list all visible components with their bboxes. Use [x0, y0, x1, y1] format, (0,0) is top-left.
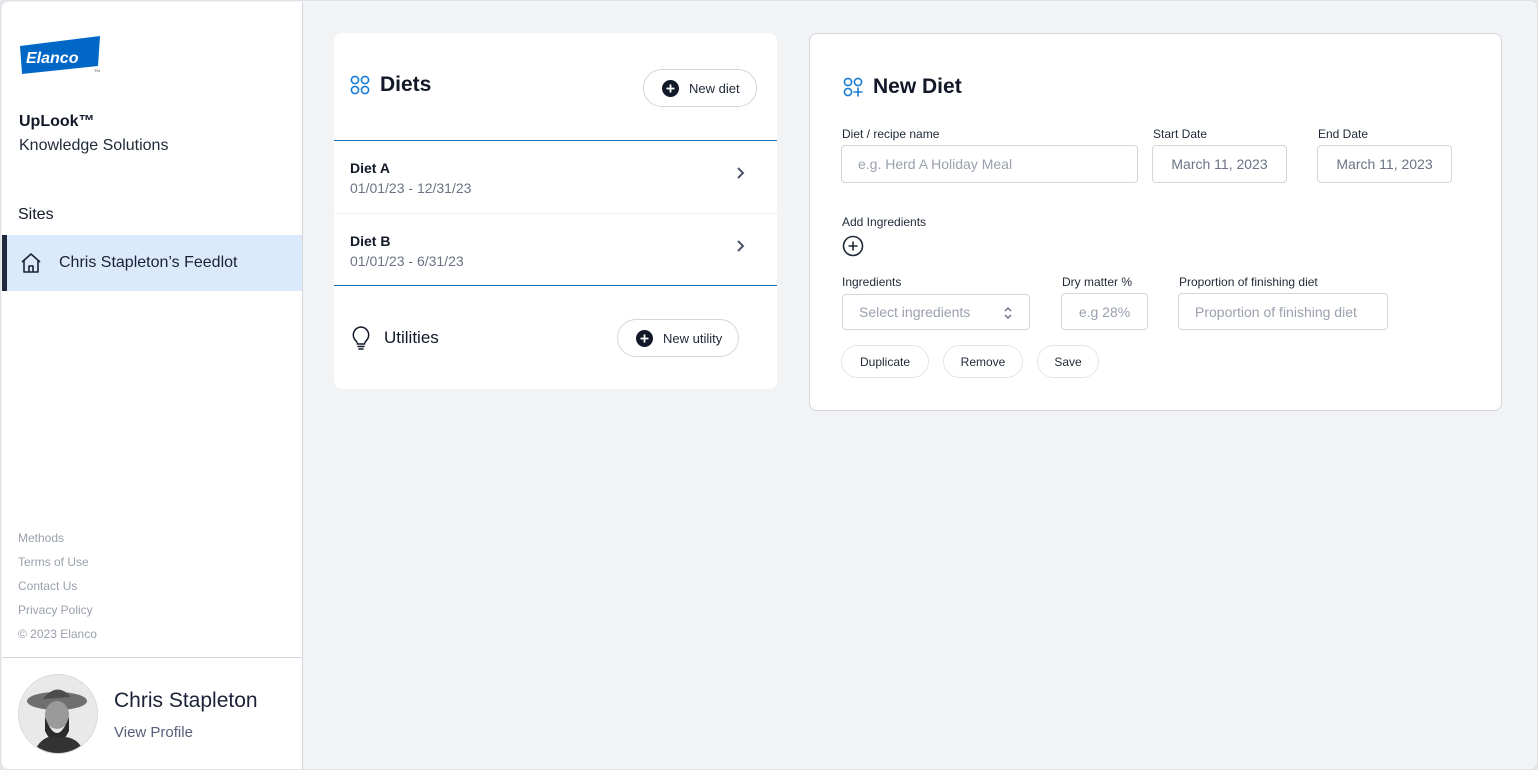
home-icon [21, 253, 41, 273]
new-diet-header: New Diet [843, 75, 962, 99]
new-diet-button[interactable]: New diet [643, 69, 757, 107]
start-date-input[interactable]: March 11, 2023 [1152, 145, 1287, 183]
diet-list-item[interactable]: Diet A 01/01/23 - 12/31/23 [334, 141, 777, 213]
footer-link-privacy[interactable]: Privacy Policy [18, 602, 97, 626]
footer-link-terms[interactable]: Terms of Use [18, 554, 97, 578]
footer-links: Methods Terms of Use Contact Us Privacy … [18, 530, 97, 650]
remove-button[interactable]: Remove [943, 345, 1023, 378]
elanco-logo[interactable]: Elanco TM [18, 34, 102, 76]
diet-name-label: Diet / recipe name [842, 127, 940, 141]
new-diet-title: New Diet [873, 75, 962, 98]
avatar-portrait-icon [19, 675, 97, 753]
diet-list-item[interactable]: Diet B 01/01/23 - 6/31/23 [334, 213, 777, 285]
diet-list: Diet A 01/01/23 - 12/31/23 Diet B 01/01/… [334, 140, 777, 286]
grid-four-circles-icon [350, 75, 370, 95]
plus-circle-filled-icon [636, 329, 653, 347]
product-subtitle: Knowledge Solutions [19, 137, 169, 154]
diet-date-range: 01/01/23 - 6/31/23 [350, 253, 464, 269]
ingredients-select-placeholder: Select ingredients [859, 304, 971, 320]
sites-heading: Sites [18, 206, 54, 223]
profile-section: Chris Stapleton View Profile [2, 657, 302, 769]
footer-link-contact[interactable]: Contact Us [18, 578, 97, 602]
footer-link-methods[interactable]: Methods [18, 530, 97, 554]
grid-add-icon [843, 77, 863, 97]
ingredients-select[interactable]: Select ingredients [842, 294, 1030, 330]
sidebar: Elanco TM UpLook™ Knowledge Solutions Si… [2, 2, 303, 769]
chevron-right-icon [737, 167, 745, 179]
logo-text: Elanco [26, 50, 79, 67]
add-ingredient-plus-icon[interactable] [842, 235, 864, 257]
diets-header: Diets [350, 73, 431, 97]
new-utility-label: New utility [663, 330, 723, 346]
avatar[interactable] [18, 674, 98, 754]
lightbulb-icon [352, 326, 370, 350]
start-date-label: Start Date [1153, 127, 1208, 141]
profile-name: Chris Stapleton [114, 689, 258, 712]
save-button[interactable]: Save [1037, 345, 1099, 378]
utilities-header: Utilities [350, 325, 439, 351]
plus-circle-filled-icon [662, 79, 679, 97]
proportion-label: Proportion of finishing diet [1179, 275, 1318, 289]
end-date-label: End Date [1318, 127, 1369, 141]
proportion-input[interactable] [1178, 293, 1388, 330]
ingredients-label: Ingredients [842, 275, 902, 289]
view-profile-link[interactable]: View Profile [114, 724, 193, 741]
diet-name: Diet A [350, 160, 390, 176]
diets-panel: Diets New diet Diet A 01/01/23 - 12/31/2… [334, 33, 777, 389]
app-window: Elanco TM UpLook™ Knowledge Solutions Si… [0, 0, 1538, 770]
diet-name-input[interactable] [841, 145, 1138, 183]
dry-matter-input[interactable] [1061, 293, 1148, 330]
new-diet-form: New Diet Diet / recipe name Start Date M… [809, 33, 1502, 411]
copyright: © 2023 Elanco [18, 627, 97, 641]
duplicate-button[interactable]: Duplicate [841, 345, 929, 378]
new-diet-label: New diet [689, 80, 740, 96]
sort-arrows-icon [1004, 306, 1012, 320]
diet-name: Diet B [350, 233, 391, 249]
sidebar-item-label: Chris Stapleton’s Feedlot [59, 254, 238, 271]
end-date-input[interactable]: March 11, 2023 [1317, 145, 1452, 183]
chevron-right-icon [737, 240, 745, 252]
new-utility-button[interactable]: New utility [617, 319, 740, 357]
product-name: UpLook™ [19, 113, 95, 130]
diet-date-range: 01/01/23 - 12/31/23 [350, 180, 472, 196]
logo-trademark: TM [94, 68, 100, 73]
dry-matter-label: Dry matter % [1062, 275, 1133, 289]
utilities-title: Utilities [384, 328, 439, 347]
add-ingredients-label: Add Ingredients [842, 215, 927, 229]
sidebar-item-feedlot[interactable]: Chris Stapleton’s Feedlot [2, 235, 302, 291]
diets-title: Diets [380, 73, 432, 96]
